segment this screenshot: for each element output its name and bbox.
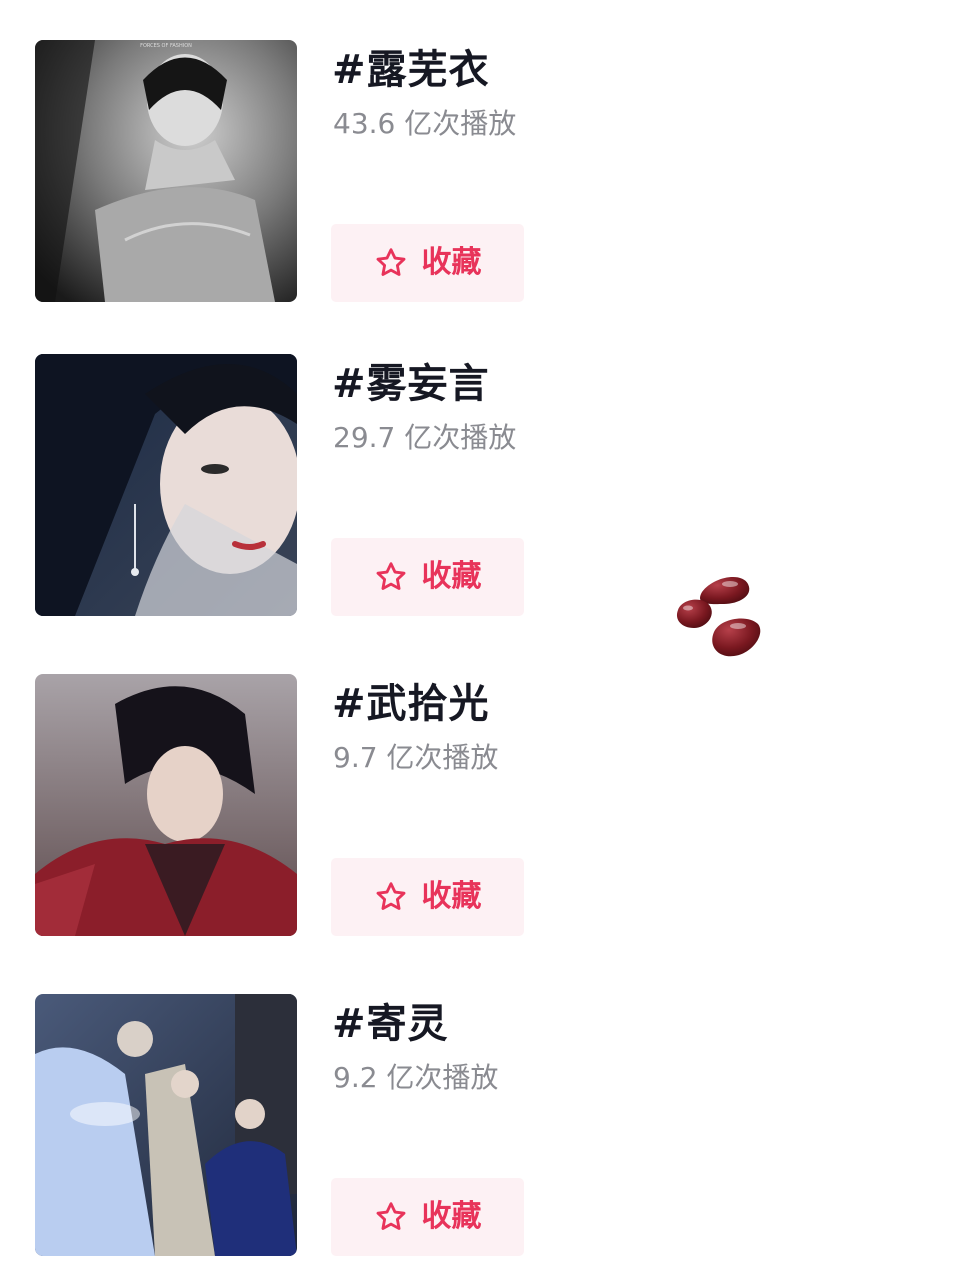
favorite-button[interactable]: 收藏 <box>331 224 524 302</box>
topic-thumbnail[interactable] <box>35 354 297 616</box>
favorite-button[interactable]: 收藏 <box>331 858 524 936</box>
hashtag-list: FORCES OF FASHION #露芜衣 43.6 亿次播放 收藏 #雾妄言… <box>0 0 960 1280</box>
play-count: 9.7 亿次播放 <box>333 741 499 774</box>
thumbnail-watermark: FORCES OF FASHION <box>140 43 192 49</box>
favorite-label: 收藏 <box>421 245 482 280</box>
topic-title[interactable]: #露芜衣 <box>332 44 490 96</box>
list-item[interactable]: #武拾光 9.7 亿次播放 收藏 <box>0 674 960 936</box>
thumbnail-image <box>35 354 297 616</box>
star-icon <box>376 1202 405 1230</box>
topic-thumbnail[interactable] <box>35 994 297 1256</box>
favorite-label: 收藏 <box>421 1199 482 1234</box>
favorite-button[interactable]: 收藏 <box>331 538 524 616</box>
star-icon <box>376 562 405 590</box>
play-count: 29.7 亿次播放 <box>333 421 517 454</box>
red-beans-emoji-icon <box>672 570 764 662</box>
list-item[interactable]: #寄灵 9.2 亿次播放 收藏 <box>0 994 960 1256</box>
thumbnail-image: FORCES OF FASHION <box>35 40 297 302</box>
list-item[interactable]: #雾妄言 29.7 亿次播放 收藏 <box>0 354 960 616</box>
play-count: 9.2 亿次播放 <box>333 1061 499 1094</box>
list-item[interactable]: FORCES OF FASHION #露芜衣 43.6 亿次播放 收藏 <box>0 40 960 302</box>
topic-title[interactable]: #寄灵 <box>332 998 449 1050</box>
topic-title[interactable]: #雾妄言 <box>332 358 490 410</box>
topic-thumbnail[interactable]: FORCES OF FASHION <box>35 40 297 302</box>
thumbnail-image <box>35 674 297 936</box>
topic-thumbnail[interactable] <box>35 674 297 936</box>
play-count: 43.6 亿次播放 <box>333 107 517 140</box>
topic-title[interactable]: #武拾光 <box>332 678 490 730</box>
favorite-button[interactable]: 收藏 <box>331 1178 524 1256</box>
star-icon <box>376 248 405 276</box>
thumbnail-image <box>35 994 297 1256</box>
favorite-label: 收藏 <box>421 879 482 914</box>
star-icon <box>376 882 405 910</box>
favorite-label: 收藏 <box>421 559 482 594</box>
